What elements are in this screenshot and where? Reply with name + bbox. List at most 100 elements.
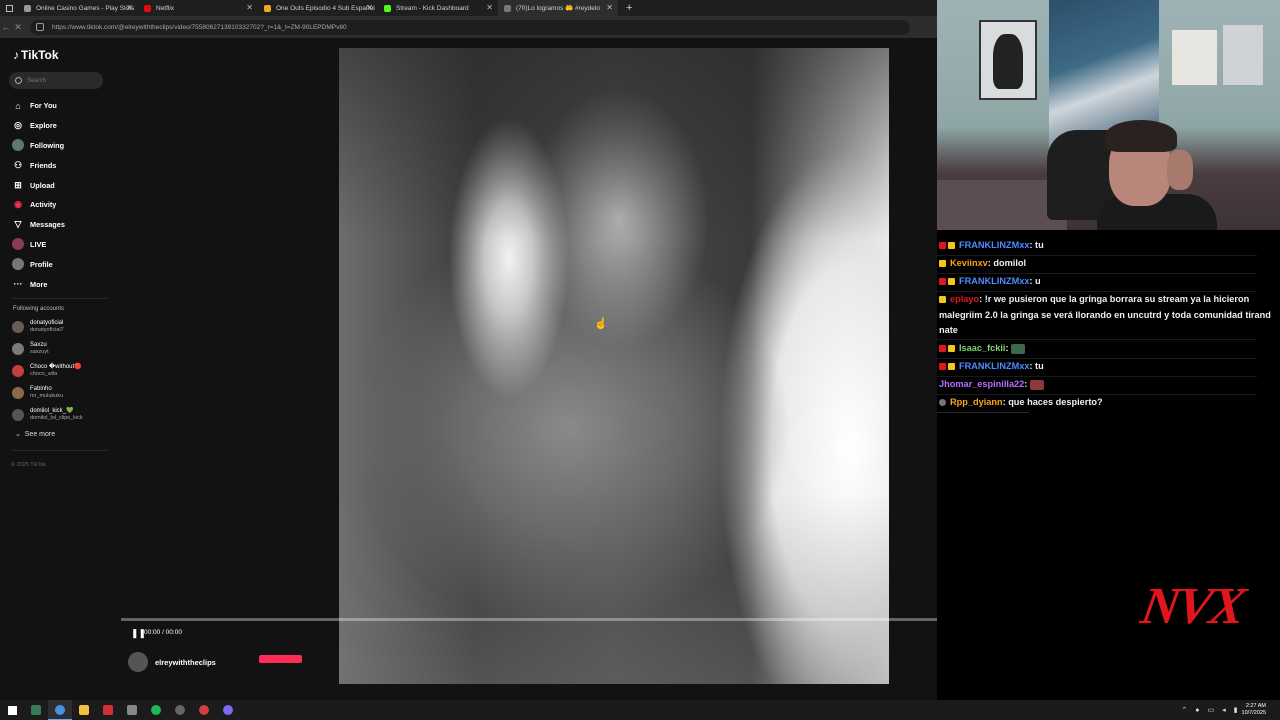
sidebar-item-friends[interactable]: ⚇ Friends [12, 155, 65, 175]
sidebar-item-label: Activity [30, 200, 57, 210]
badge-icon [939, 363, 946, 371]
chat-text: : tu [1029, 240, 1044, 251]
tab-actions-menu-icon[interactable] [0, 0, 18, 16]
tiktok-note-icon: ♪ [13, 48, 19, 62]
nvx-watermark: NVX [1136, 578, 1248, 635]
copyright: © 2025 TikTok [11, 462, 46, 468]
chat-divider [937, 339, 1257, 340]
sidebar: ♪ TikTok Search ⌂ For You ◎ Explore Followi… [0, 38, 121, 700]
more-icon: ··· [13, 279, 23, 290]
sidebar-item-messages[interactable]: ▽ Messages [12, 215, 65, 235]
browser-tab-casino[interactable]: Online Casino Games - Play Slots ✕ [18, 0, 138, 16]
video-author[interactable]: elreywiththeclips [128, 652, 216, 672]
sidebar-item-upload[interactable]: ⊞ Upload [12, 175, 65, 195]
url-input[interactable]: https://www.tiktok.com/@elreywiththeclip… [30, 19, 910, 35]
windows-start-icon[interactable] [0, 700, 24, 720]
address-bar-row: ← ✕ https://www.tiktok.com/@elreywiththe… [0, 16, 937, 38]
close-icon[interactable]: ✕ [486, 3, 493, 12]
following-account[interactable]: domilol_kick_💚 domilol_lol_clips_kick [12, 408, 83, 422]
pen-icon[interactable] [120, 700, 144, 720]
chevron-up-icon[interactable]: ⌃ [1181, 706, 1187, 714]
microphone-icon[interactable]: ● [1195, 707, 1199, 714]
close-icon[interactable]: ✕ [126, 3, 133, 12]
video-frame[interactable] [339, 48, 889, 684]
badge-icon [948, 242, 955, 250]
close-icon[interactable]: ✕ [606, 3, 613, 12]
chrome-icon[interactable] [48, 700, 72, 720]
chat-text: : [1024, 379, 1028, 389]
terminal-icon[interactable] [24, 700, 48, 720]
badge-icon [939, 296, 946, 304]
following-avatar-icon [12, 139, 24, 152]
friends-icon: ⚇ [13, 159, 23, 170]
follow-button[interactable] [259, 655, 302, 663]
sidebar-item-profile[interactable]: Profile [12, 254, 65, 274]
chat-text: : [1005, 343, 1009, 354]
account-name: Choco �without🔴 [30, 364, 82, 370]
chat-message: FRANKLINZMxx: u [939, 274, 1280, 290]
battery-icon[interactable]: ▮ [1234, 706, 1238, 714]
mouse-cursor-icon: ☝ [594, 318, 608, 330]
sidebar-item-for-you[interactable]: ⌂ For You [12, 96, 65, 116]
logo-text: TikTok [21, 48, 59, 62]
account-name: Saxzu [30, 342, 47, 348]
new-tab-icon[interactable]: + [618, 2, 632, 14]
sidebar-item-live[interactable]: LIVE [12, 235, 65, 255]
see-more-button[interactable]: ⌄ See more [15, 430, 55, 438]
account-handle: saxzuyt [30, 349, 49, 355]
webcam-poster [1223, 25, 1263, 85]
obs-icon[interactable] [192, 700, 216, 720]
search-input[interactable]: Search [9, 72, 103, 89]
app-dark-icon[interactable] [168, 700, 192, 720]
badge-icon [948, 363, 955, 371]
activity-icon: ◉ [14, 199, 22, 210]
account-handle: domilol_lol_clips_kick [30, 415, 83, 421]
account-name: Fabinho [30, 386, 52, 392]
tiktok-logo[interactable]: ♪ TikTok [13, 48, 59, 62]
browser-tab-netflix[interactable]: Netflix ✕ [138, 0, 258, 16]
avatar [12, 409, 24, 421]
sidebar-divider [12, 298, 108, 299]
following-account[interactable]: Fabinho mr_mulukuku [12, 386, 63, 400]
webcam-poster [1172, 30, 1217, 85]
tab-favicon [24, 4, 31, 12]
following-account[interactable]: donatyoficial donatyoficial7 [12, 320, 64, 334]
sidebar-item-explore[interactable]: ◎ Explore [12, 116, 65, 136]
file-explorer-icon[interactable] [72, 700, 96, 720]
close-icon[interactable]: ✕ [246, 3, 253, 12]
sidebar-item-label: Upload [30, 180, 55, 190]
discord-icon[interactable] [216, 700, 240, 720]
live-icon [12, 238, 24, 251]
app-red-icon[interactable] [96, 700, 120, 720]
close-icon[interactable]: ✕ [366, 3, 373, 12]
network-icon[interactable]: ▭ [1208, 706, 1215, 714]
spotify-icon[interactable] [144, 700, 168, 720]
system-tray: ⌃ ● ▭ ◂ ▮ 2:27 AM 10/7/2025 [1177, 700, 1280, 720]
video-time: 00:00 / 00:00 [144, 629, 182, 636]
sidebar-item-more[interactable]: ··· More [12, 274, 65, 294]
chat-text: : tu [1029, 361, 1044, 372]
badge-icon [939, 278, 946, 286]
badge-icon [948, 278, 955, 286]
browser-tab-tiktok[interactable]: (70)Lo logramos 🤲 #reydelo ✕ [498, 0, 618, 16]
clock[interactable]: 2:27 AM 10/7/2025 [1242, 703, 1266, 717]
see-more-label: See more [24, 431, 56, 438]
tab-label: Netflix [156, 4, 175, 12]
chat-text: : domilol [987, 258, 1027, 269]
browser-tab-one-outs[interactable]: One Outs Episodio 4 Sub Español ✕ [258, 0, 378, 16]
browser-tab-kick[interactable]: Stream - Kick Dashboard ✕ [378, 0, 498, 16]
account-name: domilol_kick_💚 [30, 408, 74, 414]
account-handle: mr_mulukuku [30, 393, 64, 399]
following-account[interactable]: Saxzu saxzuyt [12, 342, 49, 356]
following-account[interactable]: Choco �without🔴 choco_wila [12, 364, 82, 378]
speaker-icon[interactable]: ◂ [1222, 706, 1226, 714]
back-icon[interactable]: ← [0, 22, 12, 32]
sidebar-item-following[interactable]: Following [12, 136, 65, 156]
chat-badges [939, 256, 948, 272]
chat-username: Keviinxv [950, 258, 988, 269]
sidebar-item-activity[interactable]: ◉ Activity [12, 195, 65, 215]
reload-icon[interactable]: ✕ [12, 22, 24, 33]
chat-text: : !r we pusieron que la gringa borrara s… [939, 294, 1271, 336]
site-info-icon[interactable] [36, 23, 44, 31]
webcam-poster [979, 20, 1037, 100]
